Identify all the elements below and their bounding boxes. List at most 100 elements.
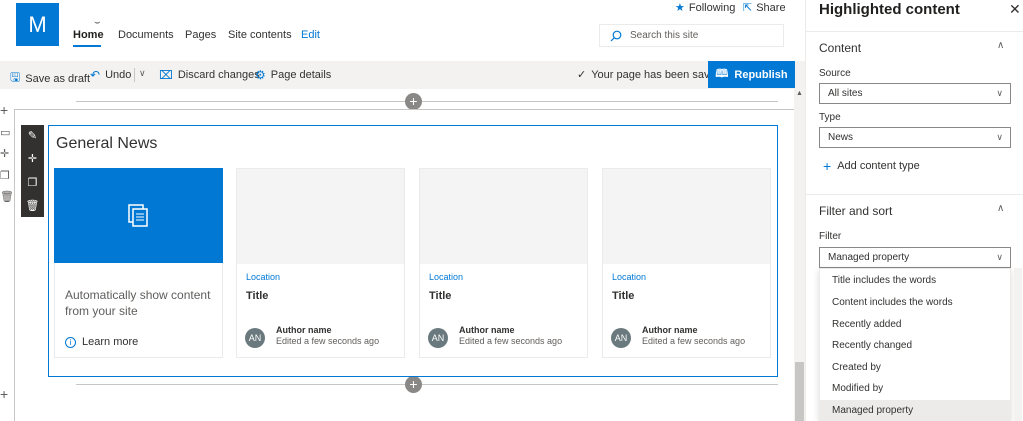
star-icon: ★	[675, 2, 685, 14]
page-canvas: M ⌣ Home Documents Pages Site contents E…	[0, 0, 805, 421]
filter-dropdown[interactable]: Managed property ∨	[819, 247, 1011, 268]
loading-indicator: ⌣	[94, 17, 101, 28]
search-icon	[610, 30, 622, 41]
book-icon: 🕮	[715, 68, 729, 80]
following-label: Following	[688, 1, 736, 14]
filter-option-selected[interactable]: Managed property	[820, 400, 1010, 421]
checkmark-icon: ✓	[577, 69, 587, 81]
filter-option[interactable]: Created by	[820, 357, 1010, 378]
section-divider-top	[76, 101, 778, 102]
gear-icon: ⚙	[255, 68, 266, 82]
learn-more-link[interactable]: i Learn more	[65, 336, 138, 348]
republish-button[interactable]: 🕮 Republish	[708, 61, 795, 88]
card-author: Author name	[276, 325, 332, 335]
page-details-label: Page details	[270, 69, 332, 81]
source-dropdown-value: All sites	[828, 88, 863, 99]
add-content-type-button[interactable]: + Add content type	[823, 158, 920, 174]
card-title[interactable]: Title	[246, 290, 268, 302]
duplicate-icon[interactable]: ❐	[0, 169, 10, 182]
add-section-bottom-icon[interactable]: +	[0, 386, 8, 402]
move-webpart-icon[interactable]: ✛	[21, 152, 44, 165]
delete-icon[interactable]: 🗑	[0, 190, 14, 203]
chevron-up-icon[interactable]: ∧	[997, 203, 1004, 214]
following-button[interactable]: ★ Following	[675, 1, 736, 15]
avatar: AN	[428, 328, 448, 348]
duplicate-webpart-icon[interactable]: ❐	[21, 176, 44, 189]
news-card-image-placeholder	[237, 169, 404, 264]
card-author: Author name	[459, 325, 515, 335]
auto-show-text: Automatically show content from your sit…	[65, 288, 211, 318]
scroll-up-icon[interactable]: ▲	[796, 90, 803, 97]
avatar: AN	[611, 328, 631, 348]
nav-active-indicator	[73, 45, 101, 47]
filter-dropdown-value: Managed property	[828, 252, 910, 263]
chevron-down-icon: ∨	[996, 88, 1003, 98]
avatar: AN	[245, 328, 265, 348]
source-label: Source	[819, 68, 851, 79]
filter-options-menu: Title includes the words Content include…	[819, 268, 1011, 421]
documents-icon	[127, 203, 148, 227]
filter-label: Filter	[819, 231, 842, 242]
close-icon[interactable]: ✕	[1009, 1, 1021, 18]
card-edited: Edited a few seconds ago	[459, 336, 563, 346]
republish-label: Republish	[734, 68, 788, 81]
page-details-button[interactable]: ⚙ Page details	[255, 68, 331, 82]
news-card-image-placeholder	[603, 169, 770, 264]
filter-option[interactable]: Title includes the words	[820, 270, 1010, 291]
nav-pages[interactable]: Pages	[185, 29, 216, 41]
share-label: Share	[756, 1, 786, 14]
scrollbar-thumb[interactable]	[795, 362, 804, 421]
share-button[interactable]: ⇱ Share	[743, 1, 786, 15]
plus-icon: +	[823, 158, 832, 174]
webpart-title[interactable]: General News	[56, 135, 157, 153]
chevron-down-icon: ∨	[996, 252, 1003, 262]
save-draft-button[interactable]: 🖫 Save as draft	[10, 68, 90, 89]
card-location[interactable]: Location	[429, 272, 463, 282]
filter-option[interactable]: Recently added	[820, 314, 1010, 335]
nav-documents[interactable]: Documents	[118, 29, 174, 41]
add-section-icon[interactable]: +	[0, 102, 8, 118]
filter-option[interactable]: Recently changed	[820, 335, 1010, 356]
card-location[interactable]: Location	[246, 272, 280, 282]
panel-title: Highlighted content	[819, 1, 960, 18]
filter-section-top	[806, 194, 1023, 195]
card-title[interactable]: Title	[429, 290, 451, 302]
nav-edit-link[interactable]: Edit	[301, 29, 320, 41]
card-author: Author name	[642, 325, 698, 335]
add-content-type-label: Add content type	[837, 160, 920, 172]
avatar-initials: AN	[248, 333, 262, 343]
discard-icon: ⌧	[159, 68, 173, 82]
panel-divider	[806, 31, 1023, 32]
discard-label: Discard changes	[177, 69, 260, 81]
card-location[interactable]: Location	[612, 272, 646, 282]
type-dropdown[interactable]: News ∨	[819, 127, 1011, 148]
learn-more-label: Learn more	[82, 336, 139, 348]
news-card-image-placeholder	[420, 169, 587, 264]
comment-icon[interactable]: ▭	[0, 126, 10, 139]
source-dropdown[interactable]: All sites ∨	[819, 83, 1011, 104]
filter-section-header[interactable]: Filter and sort	[819, 204, 892, 218]
discard-changes-button[interactable]: ⌧ Discard changes	[159, 68, 260, 82]
save-draft-label: Save as draft	[25, 72, 91, 85]
card-edited: Edited a few seconds ago	[276, 336, 380, 346]
info-icon: i	[65, 336, 76, 348]
undo-label: Undo	[105, 69, 132, 81]
avatar-initials: AN	[431, 333, 445, 343]
search-input[interactable]: Search this site	[599, 24, 784, 47]
nav-site-contents[interactable]: Site contents	[228, 29, 292, 41]
filter-option[interactable]: Content includes the words	[820, 292, 1010, 313]
panel-scrollbar[interactable]	[1014, 268, 1022, 421]
add-webpart-top-icon[interactable]: +	[405, 93, 422, 110]
move-icon[interactable]: ✛	[0, 147, 9, 160]
undo-button[interactable]: ↶ Undo	[90, 68, 131, 82]
content-section-header[interactable]: Content	[819, 41, 861, 55]
card-title[interactable]: Title	[612, 290, 634, 302]
chevron-up-icon[interactable]: ∧	[997, 40, 1004, 51]
undo-chevron-down-icon[interactable]: ∨	[139, 68, 146, 79]
undo-icon: ↶	[90, 68, 101, 82]
filter-option[interactable]: Modified by	[820, 378, 1010, 399]
edit-pencil-icon[interactable]: ✎	[21, 129, 44, 142]
nav-home[interactable]: Home	[73, 29, 104, 41]
site-logo[interactable]: M	[16, 3, 59, 46]
delete-webpart-icon[interactable]: 🗑	[21, 199, 44, 212]
